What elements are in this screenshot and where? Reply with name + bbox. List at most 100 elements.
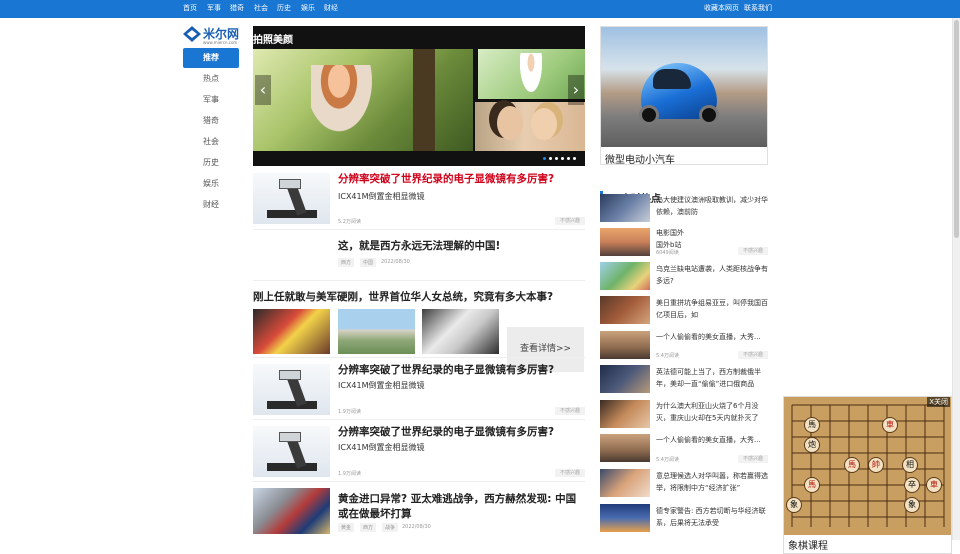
hot-item-meta: 6049阅读	[656, 250, 679, 256]
carousel-main-image[interactable]	[253, 49, 473, 151]
chess-piece: 馬	[844, 457, 860, 473]
hot-item-image[interactable]	[600, 228, 650, 256]
site-logo[interactable]: 米尔网 www.miercn.com	[183, 24, 241, 48]
topnav-society[interactable]: 社会	[254, 3, 268, 13]
topnav-military[interactable]: 军事	[207, 3, 221, 13]
article-thumbnail-microscope[interactable]	[253, 173, 330, 224]
article-tag[interactable]: 战争	[382, 523, 399, 532]
hot-item-image[interactable]	[600, 400, 650, 428]
topnav-curiosity[interactable]: 猎奇	[230, 3, 244, 13]
carousel-dot[interactable]	[543, 157, 546, 160]
hot-item-title[interactable]: 乌大使建议澳洲吸取教训，减少对华依赖，澳前防	[656, 194, 768, 218]
divider	[253, 357, 585, 358]
hot-item-title[interactable]: 为什么澳大利亚山火烧了6个月没灭，重庆山火却在5天内就扑灭了	[656, 400, 768, 424]
topnav-history[interactable]: 历史	[277, 3, 291, 13]
article-date: 2022/08/30	[402, 524, 431, 530]
sidebar-item-entertainment[interactable]: 娱乐	[183, 174, 239, 194]
hot-item-title[interactable]: 乌克兰缺电站遭袭，人类距核战争有多远?	[656, 263, 768, 287]
article-tag[interactable]: 黄金	[338, 523, 355, 532]
hot-item-title[interactable]: 德专家警告: 西方若切断与华经济联系，后果将无法承受	[656, 505, 768, 529]
article-subtitle: ICX41M倒置金相显微镜	[338, 192, 425, 201]
article-views: 5.2万阅读	[338, 219, 361, 225]
hot-item-meta: 5.4万阅读	[656, 353, 679, 359]
not-interested-button[interactable]: 不感兴趣	[738, 351, 768, 359]
hot-item-image[interactable]	[600, 194, 650, 222]
topnav-home[interactable]: 首页	[183, 3, 197, 13]
topnav-contact[interactable]: 联系我们	[744, 3, 772, 13]
hot-item-title[interactable]: 意总理候选人对华叫嚣，称若赢得选举，将限制中方“经济扩张”	[656, 470, 768, 494]
article-subtitle: ICX41M倒置金相显微镜	[338, 381, 425, 390]
sidebar-item-recommend[interactable]: 推荐	[183, 48, 239, 68]
sidebar-item-finance[interactable]: 财经	[183, 195, 239, 215]
chess-course-ad[interactable]: 馬 車 炮 馬 帥 相 馬 卒 車 象 象 X关闭 象棋课程	[783, 396, 952, 554]
not-interested-button[interactable]: 不感兴趣	[738, 455, 768, 463]
hot-item-image[interactable]	[600, 504, 650, 532]
carousel-prev-button[interactable]: ‹	[255, 75, 271, 105]
topnav-bookmark[interactable]: 收藏本网页	[704, 3, 739, 13]
sidebar-item-society[interactable]: 社会	[183, 132, 239, 152]
divider	[253, 229, 585, 230]
not-interested-button[interactable]: 不感兴趣	[555, 469, 585, 477]
not-interested-button[interactable]: 不感兴趣	[738, 247, 768, 255]
carousel-dot[interactable]	[573, 157, 576, 160]
not-interested-button[interactable]: 不感兴趣	[555, 407, 585, 415]
sidebar-item-curiosity[interactable]: 猎奇	[183, 111, 239, 131]
photo-carousel[interactable]: 拍照美颜 ‹ ›	[253, 26, 585, 166]
hot-item-image[interactable]	[600, 365, 650, 393]
topnav-entertainment[interactable]: 娱乐	[301, 3, 315, 13]
article-tag[interactable]: 中国	[360, 258, 377, 267]
topnav-finance[interactable]: 财经	[324, 3, 338, 13]
carousel-dot[interactable]	[561, 157, 564, 160]
article-tag[interactable]: 西方	[338, 258, 355, 267]
sidebar-item-hot[interactable]: 热点	[183, 69, 239, 89]
hot-item-image[interactable]	[600, 434, 650, 462]
article-thumbnail-microscope[interactable]	[253, 426, 330, 477]
chess-piece: 車	[926, 477, 942, 493]
hot-item-image[interactable]	[600, 469, 650, 497]
hot-item-title[interactable]: 英法德可能上当了，西方制裁俄半年，美却一直“偷偷”进口俄商品	[656, 366, 768, 390]
carousel-next-button[interactable]: ›	[568, 75, 584, 105]
article-views: 1.9万阅读	[338, 409, 361, 415]
divider	[253, 419, 585, 420]
chess-piece: 卒	[904, 477, 920, 493]
chess-piece: 象	[786, 497, 802, 513]
hot-item-image[interactable]	[600, 262, 650, 290]
hot-item-title[interactable]: 一个人偷偷看的美女直播，大秀...	[656, 434, 768, 446]
scrollbar-thumb[interactable]	[954, 20, 959, 238]
carousel-title: 拍照美颜	[253, 35, 293, 46]
page-scrollbar[interactable]	[952, 18, 960, 540]
divider	[253, 481, 585, 482]
article-thumbnail-microscope[interactable]	[253, 364, 330, 415]
sidebar-item-military[interactable]: 军事	[183, 90, 239, 110]
ad-caption[interactable]: 象棋课程	[788, 537, 828, 552]
carousel-side-image-bottom[interactable]	[475, 102, 585, 151]
sidebar-item-history[interactable]: 历史	[183, 153, 239, 173]
hot-item-image[interactable]	[600, 331, 650, 359]
hot-item-meta: 5.4万阅读	[656, 457, 679, 463]
gallery-image-2[interactable]	[338, 309, 415, 354]
not-interested-button[interactable]: 不感兴趣	[555, 217, 585, 225]
article-title[interactable]: 分辨率突破了世界纪录的电子显微镜有多厉害?	[338, 363, 554, 378]
hot-item-title[interactable]: 美日重拼坑争组易亚豆，叫停我国百亿项目后，如	[656, 297, 768, 321]
article-thumbnail-gold[interactable]	[253, 488, 330, 534]
carousel-dots[interactable]	[543, 157, 579, 162]
carousel-dot[interactable]	[555, 157, 558, 160]
carousel-dot[interactable]	[549, 157, 552, 160]
feature-image[interactable]	[601, 27, 767, 147]
article-title[interactable]: 这，就是西方永远无法理解的中国!	[338, 239, 500, 254]
chess-board-image[interactable]: 馬 車 炮 馬 帥 相 馬 卒 車 象 象	[784, 397, 951, 535]
feature-card-car[interactable]: 微型电动小汽车	[600, 26, 768, 166]
article-title[interactable]: 分辨率突破了世界纪录的电子显微镜有多厉害?	[338, 172, 554, 187]
article-tag[interactable]: 西方	[360, 523, 377, 532]
article-title[interactable]: 分辨率突破了世界纪录的电子显微镜有多厉害?	[338, 425, 554, 440]
chess-piece: 炮	[804, 437, 820, 453]
gallery-image-3[interactable]	[422, 309, 499, 354]
ad-close-button[interactable]: X关闭	[927, 397, 950, 407]
carousel-dot[interactable]	[567, 157, 570, 160]
gallery-image-1[interactable]	[253, 309, 330, 354]
hot-item-image[interactable]	[600, 296, 650, 324]
hot-item-title[interactable]: 一个人偷偷看的美女直播，大秀...	[656, 331, 768, 343]
feature-caption[interactable]: 微型电动小汽车	[605, 151, 675, 166]
article-title[interactable]: 刚上任就敢与美军硬刚，世界首位华人女总统，究竟有多大本事?	[253, 290, 553, 305]
article-title[interactable]: 黄金进口异常? 亚太难逃战争，西方赫然发现: 中国或在做最坏打算	[338, 492, 583, 522]
